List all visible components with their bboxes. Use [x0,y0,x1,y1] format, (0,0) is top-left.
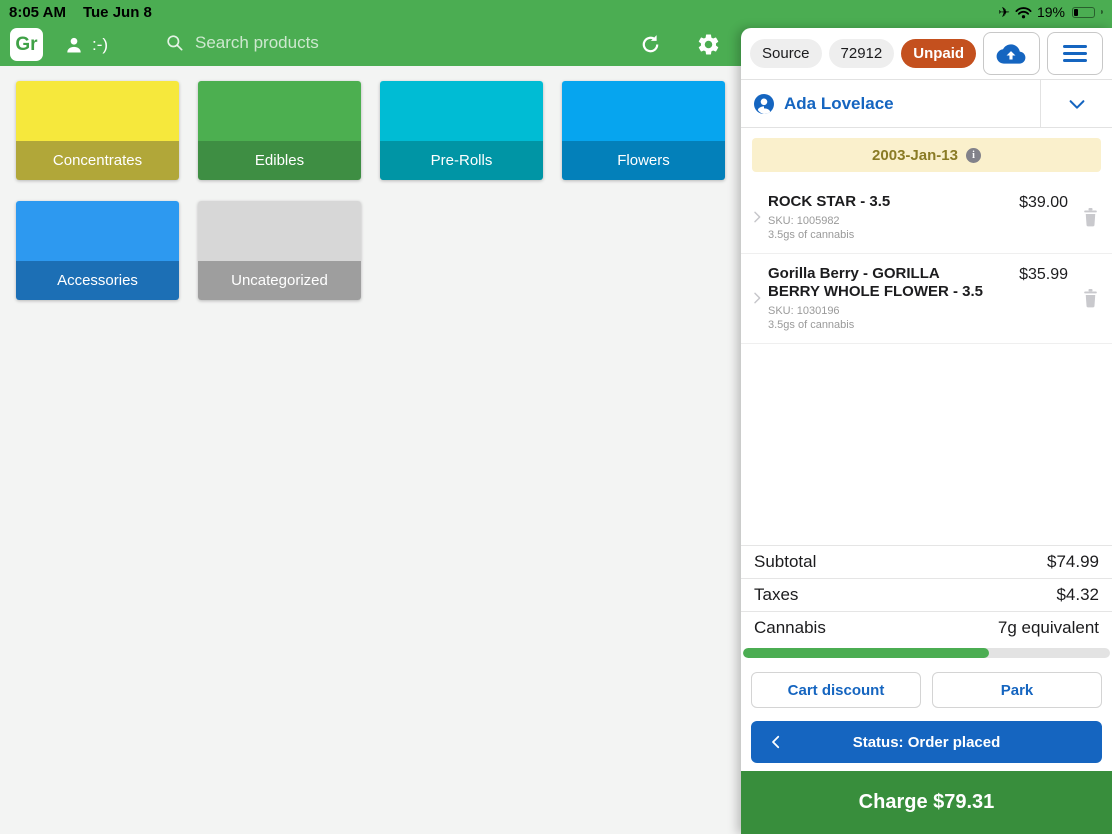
customer-row: Ada Lovelace [741,79,1112,128]
order-source-badge: Source [750,39,822,68]
order-menu-button[interactable] [1047,32,1103,75]
category-grid: Concentrates Edibles Pre-Rolls Flowers A… [16,81,746,321]
order-status-button[interactable]: Status: Order placed [751,721,1102,763]
cannabis-row: Cannabis 7g equivalent [741,611,1112,644]
cannabis-progress-fill [743,648,989,658]
item-weight: 3.5gs of cannabis [768,319,1006,331]
category-tile-flowers[interactable]: Flowers [562,81,725,180]
category-tile-uncategorized[interactable]: Uncategorized [198,201,361,300]
tile-color-block [198,81,361,141]
category-label: Accessories [16,261,179,300]
item-details: ROCK STAR - 3.5 SKU: 1005982 3.5gs of ca… [768,193,1012,241]
category-tile-accessories[interactable]: Accessories [16,201,179,300]
cart-empty-space [741,344,1112,545]
category-label: Uncategorized [198,261,361,300]
tile-color-block [198,201,361,261]
battery-nub [1101,10,1103,14]
category-label: Pre-Rolls [380,141,543,180]
status-bar: 8:05 AM Tue Jun 8 ✈ 19% [0,0,1112,24]
cannabis-label: Cannabis [754,618,998,638]
order-number-badge: 72912 [829,39,895,68]
category-label: Flowers [562,141,725,180]
search-input[interactable]: Search products [165,33,319,53]
item-price: $39.00 [1012,194,1068,241]
category-label: Edibles [198,141,361,180]
status-indicators: ✈ 19% [998,4,1103,20]
delete-item-button[interactable] [1081,193,1100,241]
customer-expand-button[interactable] [1040,80,1112,127]
charge-button[interactable]: Charge $79.31 [741,771,1112,834]
cart-discount-button[interactable]: Cart discount [751,672,921,708]
category-label: Concentrates [16,141,179,180]
birthdate-banner-wrap: 2003-Jan-13 i [741,128,1112,182]
trash-icon [1081,207,1100,228]
cart-item[interactable]: ROCK STAR - 3.5 SKU: 1005982 3.5gs of ca… [741,182,1112,254]
app-logo[interactable]: Gr [10,28,43,61]
item-details: Gorilla Berry - GORILLA BERRY WHOLE FLOW… [768,265,1012,331]
order-panel: Source 72912 Unpaid Ada Lovelace [741,28,1112,834]
pos-screen: 8:05 AM Tue Jun 8 ✈ 19% Gr :-) S [0,0,1112,834]
cloud-sync-button[interactable] [983,32,1039,75]
info-icon[interactable]: i [966,148,981,163]
item-price: $35.99 [1012,266,1068,331]
search-placeholder: Search products [195,33,319,53]
refresh-icon[interactable] [639,33,662,56]
item-name: ROCK STAR - 3.5 [768,193,992,211]
subtotal-row: Subtotal $74.99 [741,545,1112,578]
customer-name: Ada Lovelace [784,94,894,114]
payment-status-badge: Unpaid [901,39,976,68]
customer-avatar-icon [754,94,774,114]
category-tile-edibles[interactable]: Edibles [198,81,361,180]
park-button[interactable]: Park [932,672,1102,708]
trash-icon [1081,288,1100,309]
order-header: Source 72912 Unpaid [741,28,1112,79]
cart-actions: Cart discount Park [741,658,1112,721]
chevron-right-icon [746,193,768,241]
item-name: Gorilla Berry - GORILLA BERRY WHOLE FLOW… [768,265,992,301]
taxes-label: Taxes [754,585,1056,605]
product-categories-area: Concentrates Edibles Pre-Rolls Flowers A… [0,66,741,834]
subtotal-label: Subtotal [754,552,1047,572]
hamburger-icon [1063,45,1087,62]
cart-item[interactable]: Gorilla Berry - GORILLA BERRY WHOLE FLOW… [741,254,1112,344]
tile-color-block [16,81,179,141]
tile-color-block [562,81,725,141]
cannabis-value: 7g equivalent [998,618,1099,638]
wifi-icon [1015,6,1032,19]
cannabis-limit-progress [743,648,1110,658]
date: Tue Jun 8 [83,4,152,21]
item-sku: SKU: 1030196 [768,305,1006,317]
birthdate-value: 2003-Jan-13 [872,147,958,164]
battery-icon [1072,7,1095,18]
search-icon [165,33,185,53]
battery-percent: 19% [1037,4,1065,20]
clock: 8:05 AM [9,4,66,21]
category-tile-concentrates[interactable]: Concentrates [16,81,179,180]
tile-color-block [380,81,543,141]
cloud-upload-icon [996,42,1026,66]
airplane-mode-icon: ✈ [998,5,1010,19]
subtotal-value: $74.99 [1047,552,1099,572]
user-icon[interactable] [64,35,84,55]
customer-selector[interactable]: Ada Lovelace [741,80,1040,127]
settings-gear-icon[interactable] [696,32,721,57]
item-sku: SKU: 1005982 [768,215,1006,227]
order-status-label: Status: Order placed [853,734,1001,751]
chevron-left-icon[interactable] [767,721,785,763]
item-weight: 3.5gs of cannabis [768,229,1006,241]
chevron-down-icon [1066,93,1088,115]
delete-item-button[interactable] [1081,265,1100,331]
taxes-value: $4.32 [1056,585,1099,605]
chevron-right-icon [746,265,768,331]
birthdate-banner: 2003-Jan-13 i [752,138,1101,172]
taxes-row: Taxes $4.32 [741,578,1112,611]
tile-color-block [16,201,179,261]
category-tile-pre-rolls[interactable]: Pre-Rolls [380,81,543,180]
mood-indicator[interactable]: :-) [92,35,108,55]
